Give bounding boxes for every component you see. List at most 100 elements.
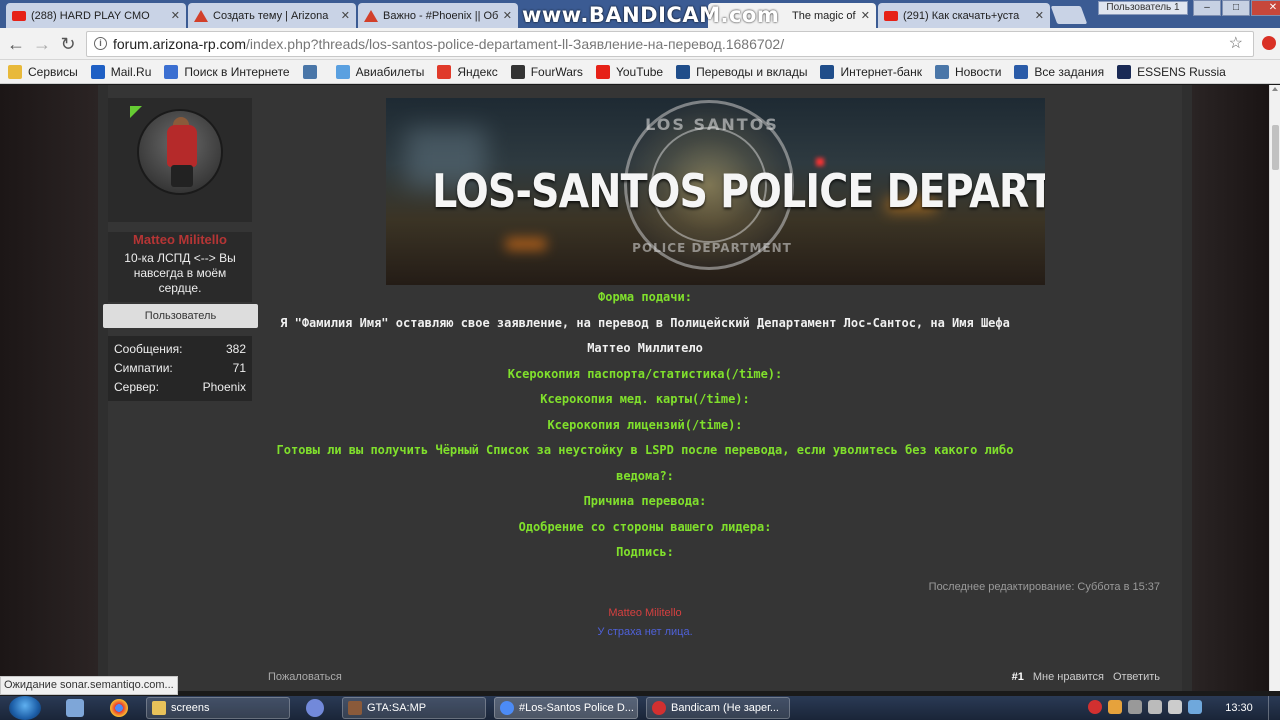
tray-arrow-icon[interactable] [1128, 700, 1142, 714]
taskbar-label: Bandicam (Не зарег... [671, 702, 779, 714]
post-number[interactable]: #1 [1012, 671, 1024, 683]
minimize-button[interactable]: – [1193, 0, 1221, 16]
bookmark-icon [676, 64, 691, 79]
avatar-body [167, 125, 197, 167]
close-icon[interactable]: ✕ [171, 9, 180, 22]
page-content: Matteo Militello 10-ка ЛСПД <--> Вы навс… [0, 85, 1269, 691]
reply-button[interactable]: Ответить [1113, 671, 1160, 683]
taskbar-clock[interactable]: 13:30 [1216, 696, 1262, 720]
forward-icon[interactable]: → [30, 32, 54, 56]
profile-button[interactable]: Пользователь 1 [1098, 1, 1188, 15]
browser-menu-icon[interactable] [1262, 36, 1276, 50]
page-scrollbar[interactable] [1269, 85, 1280, 691]
bookmark-item[interactable]: Переводы и вклады [676, 64, 807, 79]
post-line: ведома?: [616, 469, 674, 483]
bookmark-star-icon[interactable]: ☆ [1229, 32, 1243, 56]
bookmark-label: Все задания [1034, 64, 1105, 79]
post-actions: #1 Мне нравится Ответить [1012, 671, 1160, 683]
explorer-icon[interactable] [66, 699, 84, 717]
tab-2[interactable]: Создать тему | Arizona ✕ [188, 3, 356, 28]
post-line: Я "Фамилия Имя" оставляю свое заявление,… [280, 316, 1010, 330]
bookmark-item[interactable]: Интернет-банк [820, 64, 922, 79]
show-desktop-button[interactable] [1268, 696, 1280, 720]
taskbar-bandicam[interactable]: Bandicam (Не зарег... [646, 697, 790, 719]
bookmark-icon [437, 64, 452, 79]
bookmarks-bar: Сервисы Mail.Ru Поиск в Интернете Авиабилет… [0, 60, 1280, 84]
banner-title: LOS-SANTOS POLICE DEPARTMENT [432, 164, 1045, 218]
bookmark-item[interactable]: Все задания [1014, 64, 1105, 79]
browser-toolbar: ← → ↻ i forum.arizona-rp.com/index.php?t… [0, 28, 1280, 60]
close-icon[interactable]: ✕ [861, 9, 870, 22]
chrome-icon[interactable] [110, 699, 128, 717]
tab-title: Важно - #Phoenix || Об [383, 9, 499, 22]
arizona-icon [194, 9, 208, 22]
bookmark-item[interactable]: Яндекс [437, 64, 498, 79]
bookmark-icon [302, 64, 317, 79]
info-icon[interactable]: i [94, 37, 107, 50]
bookmark-icon [164, 64, 179, 79]
taskbar-gta[interactable]: GTA:SA:MP [342, 697, 486, 719]
report-link[interactable]: Пожаловаться [268, 671, 342, 683]
scroll-up-icon[interactable] [1272, 87, 1278, 91]
avatar[interactable] [108, 98, 252, 222]
post-line: Ксерокопия мед. карты(/time): [540, 392, 750, 406]
start-button[interactable] [9, 696, 41, 720]
bookmark-item[interactable]: Mail.Ru [90, 64, 152, 79]
youtube-icon [884, 10, 898, 21]
status-bar: Ожидание sonar.semantiqo.com... [0, 676, 178, 695]
tab-title: Создать тему | Arizona [213, 9, 329, 22]
window-close-button[interactable]: ✕ [1251, 0, 1280, 16]
tray-app-icon[interactable] [1108, 700, 1122, 714]
bookmark-item[interactable]: Сервисы [8, 64, 78, 79]
taskbar-chrome-window[interactable]: #Los-Santos Police D... [494, 697, 638, 719]
author-name[interactable]: Matteo Militello [108, 232, 252, 248]
post-line: Ксерокопия паспорта/статистика(/time): [507, 367, 783, 381]
bandicam-watermark: www.BANDICAM.com [522, 3, 780, 27]
back-icon[interactable]: ← [4, 32, 28, 56]
language-icon[interactable] [1188, 700, 1202, 714]
bookmark-item[interactable]: Поиск в Интернете [164, 64, 290, 79]
forum-container: Matteo Militello 10-ка ЛСПД <--> Вы навс… [98, 85, 1192, 691]
reload-icon[interactable]: ↻ [56, 32, 80, 56]
network-icon[interactable] [1148, 700, 1162, 714]
last-edited: Последнее редактирование: Суббота в 15:3… [928, 581, 1160, 593]
tab-3[interactable]: Важно - #Phoenix || Об ✕ [358, 3, 518, 28]
bookmark-item[interactable]: FourWars [510, 64, 583, 79]
bookmark-icon [510, 64, 525, 79]
taskbar-screens[interactable]: screens [146, 697, 290, 719]
like-button[interactable]: Мне нравится [1033, 671, 1104, 683]
bookmark-item[interactable]: ESSENS Russia [1117, 64, 1226, 79]
bookmark-item[interactable]: Авиабилеты [335, 64, 424, 79]
close-icon[interactable]: ✕ [1035, 9, 1044, 22]
system-tray [1088, 700, 1202, 714]
window-controls: – □ ✕ [1192, 0, 1280, 16]
address-bar[interactable]: i forum.arizona-rp.com/index.php?threads… [86, 31, 1254, 57]
tab-title: (288) HARD PLAY СМО [31, 9, 150, 22]
bookmark-label: Сервисы [28, 64, 78, 79]
record-icon[interactable] [1088, 700, 1102, 714]
bookmark-item[interactable]: YouTube [595, 64, 663, 79]
post: Matteo Militello 10-ка ЛСПД <--> Вы навс… [103, 85, 1182, 691]
bookmark-label: Mail.Ru [110, 64, 152, 79]
maximize-button[interactable]: □ [1222, 0, 1250, 16]
bookmark-item[interactable]: Новости [934, 64, 1001, 79]
scroll-thumb[interactable] [1272, 125, 1279, 170]
discord-icon[interactable] [306, 699, 324, 717]
signature-name: Matteo Militello [608, 607, 682, 619]
new-tab-button[interactable] [1050, 6, 1088, 24]
online-indicator-icon [130, 106, 142, 118]
volume-icon[interactable] [1168, 700, 1182, 714]
post-line: Форма подачи: [598, 290, 692, 304]
background-art-right [1192, 85, 1269, 691]
post-line: Одобрение со стороны вашего лидера: [518, 520, 772, 534]
avatar-image [137, 109, 223, 195]
tab-5[interactable]: (291) Как скачать+уста ✕ [878, 3, 1050, 28]
tab-1[interactable]: (288) HARD PLAY СМО ✕ [6, 3, 186, 28]
post-line: Причина перевода: [583, 494, 707, 508]
close-icon[interactable]: ✕ [503, 9, 512, 22]
bookmark-item[interactable] [302, 64, 323, 79]
bookmark-icon [1014, 64, 1029, 79]
close-icon[interactable]: ✕ [341, 9, 350, 22]
post-line: Маттео Миллитело [587, 341, 703, 355]
seal-top-text: LOS SANTOS [645, 115, 779, 134]
